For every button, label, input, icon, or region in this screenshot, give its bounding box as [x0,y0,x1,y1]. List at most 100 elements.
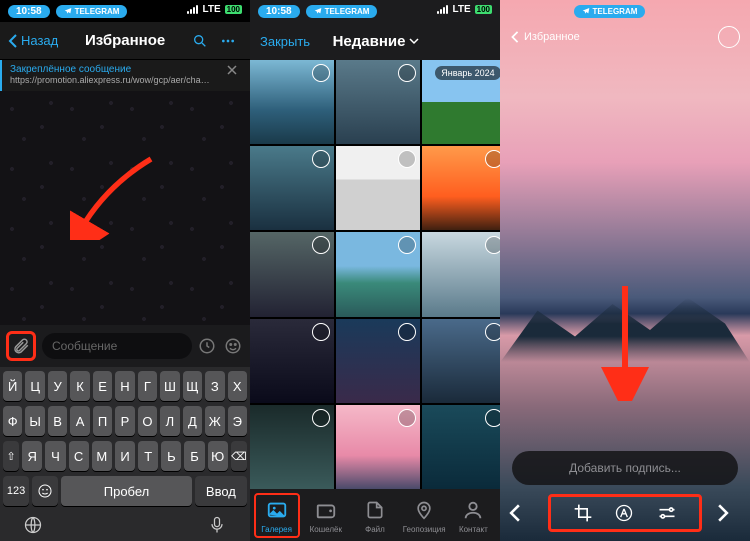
photo-thumbnail[interactable] [250,60,334,144]
status-time: 10:58 [258,5,300,18]
key[interactable]: Ю [208,441,228,471]
key[interactable]: С [69,441,89,471]
select-toggle[interactable] [718,26,740,48]
key[interactable]: Г [138,371,157,401]
sticker-button[interactable] [224,337,244,355]
telegram-icon [314,7,322,15]
photo-thumbnail[interactable] [422,405,500,489]
select-circle[interactable] [398,64,416,82]
key[interactable]: В [48,406,67,436]
select-circle[interactable] [398,236,416,254]
gallery-icon [266,499,288,521]
more-button[interactable] [220,33,242,49]
pinned-message[interactable]: Закреплённое сообщение https://promotion… [0,60,250,91]
photo-thumbnail[interactable] [336,232,420,316]
select-circle[interactable] [398,323,416,341]
tab-file[interactable]: Файл [352,497,398,534]
tab-location[interactable]: Геопозиция [401,497,447,534]
telegram-icon [64,7,72,15]
search-icon [192,33,208,49]
key[interactable]: О [138,406,157,436]
shift-key[interactable]: ⇧ [3,441,19,471]
select-circle[interactable] [312,150,330,168]
key[interactable]: Ц [25,371,44,401]
select-circle[interactable] [312,64,330,82]
select-circle[interactable] [485,409,500,427]
key[interactable]: Т [138,441,158,471]
mic-icon[interactable] [207,515,227,535]
pinned-close[interactable] [222,64,242,76]
photo-thumbnail[interactable] [422,319,500,403]
globe-icon[interactable] [23,515,43,535]
numbers-key[interactable]: 123 [3,476,29,506]
key[interactable]: Ч [45,441,65,471]
select-circle[interactable] [485,323,500,341]
space-key[interactable]: Пробел [61,476,192,506]
emoji-key[interactable] [32,476,58,506]
search-button[interactable] [192,33,214,49]
key[interactable]: Е [93,371,112,401]
backspace-key[interactable]: ⌫ [231,441,247,471]
adjust-button[interactable] [656,503,678,523]
enter-key[interactable]: Ввод [195,476,247,506]
photo-thumbnail[interactable] [250,405,334,489]
crop-button[interactable] [573,503,593,523]
status-right: LTE 100 [187,4,242,15]
key[interactable]: Э [228,406,247,436]
key[interactable]: А [70,406,89,436]
breadcrumb[interactable]: Избранное [524,31,580,43]
key[interactable]: Щ [183,371,202,401]
schedule-button[interactable] [198,337,218,355]
caption-input[interactable]: Добавить подпись... [512,451,738,485]
select-circle[interactable] [398,409,416,427]
text-button[interactable] [614,503,634,523]
key[interactable]: Ф [3,406,22,436]
message-input[interactable]: Сообщение [42,333,192,359]
photo-thumbnail[interactable] [336,146,420,230]
select-circle[interactable] [485,236,500,254]
photo-thumbnail[interactable] [422,146,500,230]
chevron-down-icon [409,36,419,46]
select-circle[interactable] [312,409,330,427]
key[interactable]: Ы [25,406,44,436]
select-circle[interactable] [398,150,416,168]
key[interactable]: И [115,441,135,471]
album-selector[interactable]: Недавние [310,33,442,50]
key[interactable]: П [93,406,112,436]
select-circle[interactable] [312,323,330,341]
key[interactable]: Д [183,406,202,436]
select-circle[interactable] [312,236,330,254]
select-circle[interactable] [485,150,500,168]
key[interactable]: Й [3,371,22,401]
photo-thumbnail[interactable] [250,146,334,230]
key[interactable]: З [205,371,224,401]
key[interactable]: Ь [161,441,181,471]
key[interactable]: М [92,441,112,471]
photo-thumbnail[interactable]: Январь 2024 [422,60,500,144]
prev-photo[interactable] [508,504,534,522]
key[interactable]: Ш [160,371,179,401]
keyboard[interactable]: Й Ц У К Е Н Г Ш Щ З Х Ф Ы В А П Р О Л Д … [0,367,250,541]
photo-thumbnail[interactable] [250,232,334,316]
photo-thumbnail[interactable] [250,319,334,403]
close-button[interactable]: Закрыть [260,34,310,49]
key[interactable]: Б [184,441,204,471]
photo-thumbnail[interactable] [422,232,500,316]
key[interactable]: Ж [205,406,224,436]
key[interactable]: К [70,371,89,401]
photo-thumbnail[interactable] [336,405,420,489]
key[interactable]: Р [115,406,134,436]
photo-thumbnail[interactable] [336,319,420,403]
key[interactable]: Х [228,371,247,401]
key[interactable]: Н [115,371,134,401]
key[interactable]: Л [160,406,179,436]
tab-gallery[interactable]: Галерея [254,493,300,538]
key[interactable]: Я [22,441,42,471]
next-photo[interactable] [716,504,742,522]
tab-wallet[interactable]: Кошелёк [303,497,349,534]
tab-contact[interactable]: Контакт [450,497,496,534]
photo-thumbnail[interactable] [336,60,420,144]
back-button[interactable]: Назад [8,33,58,48]
key[interactable]: У [48,371,67,401]
attach-button[interactable] [6,331,36,361]
